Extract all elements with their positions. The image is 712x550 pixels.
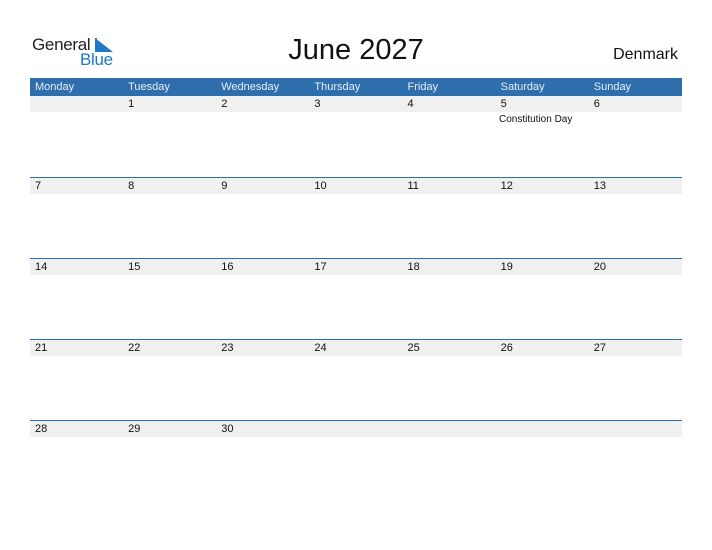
week-row-3: 14 15 16 17 18 19 20 [30,258,682,275]
week-row-5: 28 29 30 [30,420,682,437]
day-cell: 25 [407,342,420,354]
weekday-header: Monday Tuesday Wednesday Thursday Friday… [30,78,682,96]
weekday-tuesday: Tuesday [128,81,170,93]
weekday-saturday: Saturday [500,81,545,93]
week-row-4: 21 22 23 24 25 26 27 [30,339,682,356]
day-cell: 3 [314,98,321,110]
day-cell [403,421,496,437]
day-cell: 22 [128,342,141,354]
day-cell: 17 [314,261,327,273]
day-cell: 2 [221,98,228,110]
week-row-1: 1 2 3 4 5 6 [30,96,682,112]
day-cell: 18 [407,261,420,273]
day-cell: 20 [593,261,606,273]
page-title: June 2027 [288,34,424,66]
day-cell [309,421,402,437]
day-cell: 14 [35,261,48,273]
weekday-monday: Monday [35,81,75,93]
day-cell: 26 [500,342,513,354]
day-cell: 23 [221,342,234,354]
day-cell: 30 [221,423,234,435]
day-cell: 6 [593,98,600,110]
weekday-friday: Friday [407,81,439,93]
week-row-2: 7 8 9 10 11 12 13 [30,177,682,194]
day-cell: 12 [500,180,513,192]
weekday-thursday: Thursday [314,81,361,93]
day-cell [589,421,682,437]
weekday-wednesday: Wednesday [221,81,280,93]
weekday-sunday: Sunday [593,81,632,93]
day-cell: 28 [35,423,48,435]
day-cell: 9 [221,180,228,192]
day-cell: 21 [35,342,48,354]
day-cell: 1 [128,98,135,110]
day-cell: 8 [128,180,135,192]
day-cell: 27 [593,342,606,354]
day-cell [496,421,589,437]
day-cell: 7 [35,180,42,192]
day-cell: 13 [593,180,606,192]
day-cell: 19 [500,261,513,273]
day-cell: 11 [407,180,419,192]
day-cell: 15 [128,261,141,273]
holiday-label: Constitution Day [499,114,573,125]
day-cell: 5 [500,98,507,110]
day-cell: 4 [407,98,414,110]
day-cell: 29 [128,423,141,435]
day-cell: 16 [221,261,234,273]
country-label: Denmark [613,46,678,63]
day-cell: 24 [314,342,327,354]
day-cell [30,96,123,112]
day-cell: 10 [314,180,327,192]
